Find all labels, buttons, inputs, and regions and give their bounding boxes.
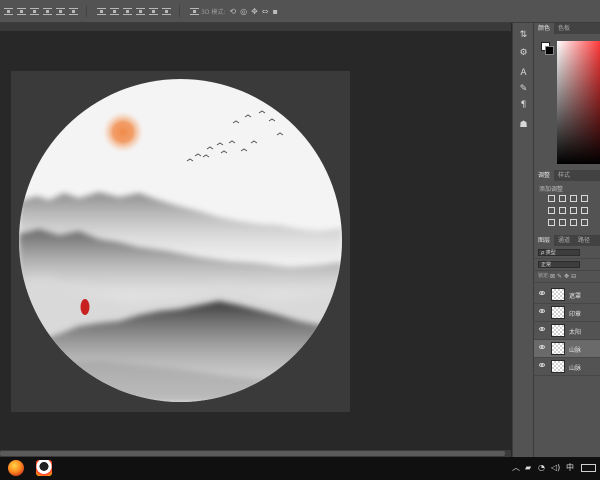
blend-mode-row: 正常 [534, 259, 600, 271]
visibility-eye-icon[interactable] [539, 309, 545, 313]
qq-icon[interactable] [36, 460, 52, 476]
adjustment-buttons [548, 195, 600, 231]
curves-icon[interactable] [570, 195, 577, 202]
panel-icon-strip: ⇅ ⚙ A ✎ ¶ ☗ [512, 23, 534, 457]
align-left-icon[interactable] [43, 7, 52, 15]
layer-row[interactable]: 遮罩 [534, 286, 600, 304]
align-vcenter-icon[interactable] [17, 7, 26, 15]
hue-saturation-icon[interactable] [559, 207, 566, 214]
layer-thumbnail [551, 360, 565, 373]
brush-icon[interactable]: ✎ [517, 83, 530, 95]
add-adjustment-label: 添加调整 [539, 186, 564, 193]
right-panels: 颜色 色板 调整 样式 添加调整 图层 通道 路径 ρ 类型 正常 锁定: ⊠✎… [534, 23, 600, 457]
visibility-eye-icon[interactable] [539, 363, 545, 367]
ink-landscape-artwork[interactable] [19, 79, 342, 402]
sun [101, 110, 145, 154]
3d-rotate-icon[interactable]: ⟲ [229, 7, 236, 16]
layer-name: 遮罩 [569, 293, 582, 300]
windows-taskbar: ︿ ▰ ◔ ◁) 中 [0, 457, 600, 480]
paragraph-icon[interactable]: ¶ [517, 99, 530, 111]
channel-mixer-icon[interactable] [559, 219, 566, 226]
layer-name: 印章 [569, 311, 582, 318]
distribute-left-icon[interactable] [136, 7, 145, 15]
volume-icon[interactable]: ◁) [551, 463, 560, 473]
lock-row: 锁定: ⊠✎✥⊟ [534, 271, 600, 283]
options-bar: 3D 模式: ⟲ ◎ ✥ ⇔ ▪ [0, 0, 600, 23]
auto-align-icon[interactable] [190, 7, 199, 15]
background-color-swatch[interactable] [545, 46, 554, 55]
visibility-eye-icon[interactable] [539, 291, 545, 295]
blend-mode-select[interactable]: 正常 [538, 261, 580, 268]
tab-paths[interactable]: 路径 [574, 235, 594, 246]
layer-name: 太阳 [569, 329, 582, 336]
invert-icon[interactable] [581, 219, 588, 226]
distribute-bottom-icon[interactable] [123, 7, 132, 15]
firefox-icon[interactable] [8, 460, 24, 476]
3d-mode-label: 3D 模式: [201, 8, 226, 16]
layer-row-selected[interactable]: 山脉 [534, 340, 600, 358]
layer-row[interactable]: 印章 [534, 304, 600, 322]
black-white-icon[interactable] [581, 207, 588, 214]
keyboard-icon[interactable] [581, 464, 596, 472]
visibility-eye-icon[interactable] [539, 345, 545, 349]
align-bottom-icon[interactable] [30, 7, 39, 15]
tab-layers[interactable]: 图层 [534, 235, 555, 246]
layer-row[interactable]: 太阳 [534, 322, 600, 340]
history-icon[interactable]: ⇅ [517, 29, 530, 41]
wifi-icon[interactable]: ◔ [538, 463, 545, 473]
align-hcenter-icon[interactable] [56, 7, 65, 15]
red-seal [80, 299, 90, 315]
layer-row[interactable]: 山脉 [534, 358, 600, 376]
layer-thumbnail [551, 324, 565, 337]
distribute-vcenter-icon[interactable] [110, 7, 119, 15]
layer-name: 山脉 [569, 365, 582, 372]
properties-icon[interactable]: ⚙ [517, 47, 530, 59]
layers-panel-tabs: 图层 通道 路径 [534, 235, 600, 246]
adjustments-panel-tabs: 调整 样式 [534, 170, 600, 181]
info-icon[interactable]: ☗ [517, 119, 530, 131]
layer-thumbnail [551, 342, 565, 355]
tray-expand-icon[interactable]: ︿ [512, 463, 520, 473]
exposure-icon[interactable] [581, 195, 588, 202]
3d-slide-icon[interactable]: ⇔ [262, 7, 269, 16]
align-top-icon[interactable] [4, 7, 13, 15]
color-picker-field[interactable] [557, 41, 600, 164]
divider [86, 5, 87, 17]
layer-thumbnail [551, 306, 565, 319]
layer-thumbnail [551, 288, 565, 301]
distribute-right-icon[interactable] [162, 7, 171, 15]
tab-swatches[interactable]: 色板 [554, 23, 574, 34]
3d-drag-icon[interactable]: ✥ [251, 7, 258, 16]
visibility-eye-icon[interactable] [539, 327, 545, 331]
photo-filter-icon[interactable] [548, 219, 555, 226]
document-tab-bar [0, 23, 511, 31]
tab-styles[interactable]: 样式 [554, 170, 574, 181]
ime-icon[interactable]: 中 [566, 463, 574, 473]
lock-label: 锁定: [538, 273, 550, 279]
distribute-top-icon[interactable] [97, 7, 106, 15]
color-panel-tabs: 颜色 色板 [534, 23, 600, 34]
layer-filter-row: ρ 类型 [534, 247, 600, 259]
tab-color[interactable]: 颜色 [534, 23, 555, 34]
color-lookup-icon[interactable] [570, 219, 577, 226]
network-icon[interactable]: ▰ [525, 463, 531, 473]
layer-name: 山脉 [569, 347, 582, 354]
distribute-hcenter-icon[interactable] [149, 7, 158, 15]
character-icon[interactable]: A [517, 67, 530, 79]
align-right-icon[interactable] [69, 7, 78, 15]
layer-filter-kind[interactable]: ρ 类型 [538, 249, 580, 256]
lock-icons[interactable]: ⊠✎✥⊟ [550, 272, 578, 281]
scrollbar-thumb[interactable] [0, 451, 505, 456]
divider [179, 5, 180, 17]
levels-icon[interactable] [559, 195, 566, 202]
3d-roll-icon[interactable]: ◎ [240, 7, 247, 16]
vibrance-icon[interactable] [548, 207, 555, 214]
tab-adjustments[interactable]: 调整 [534, 170, 555, 181]
3d-scale-icon[interactable]: ▪ [272, 7, 277, 16]
tab-channels[interactable]: 通道 [554, 235, 574, 246]
brightness-icon[interactable] [548, 195, 555, 202]
color-balance-icon[interactable] [570, 207, 577, 214]
